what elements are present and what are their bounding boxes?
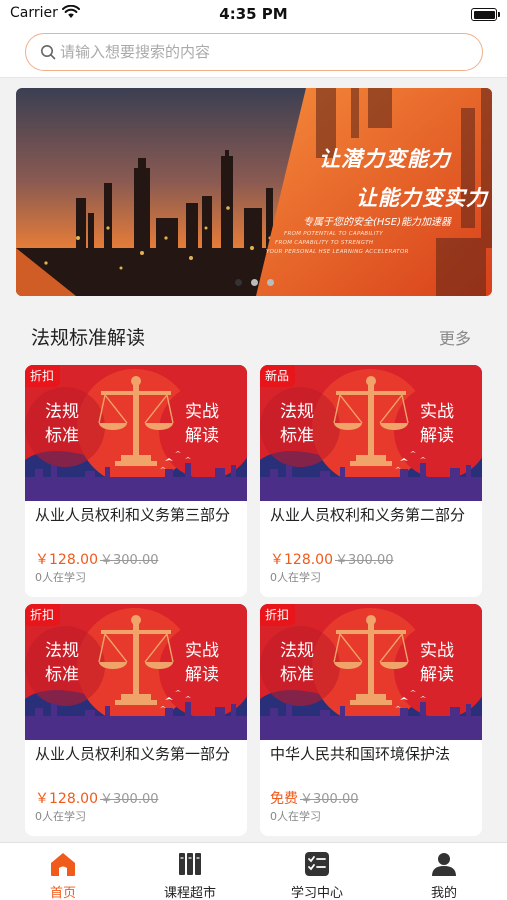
banner-subtitle: 专属于您的安全(HSE)能力加速器 (303, 217, 451, 228)
course-image: 法规 标准 实战 解读 折扣 (25, 604, 247, 740)
carousel-indicator (16, 279, 492, 286)
home-icon (51, 853, 75, 876)
discount-badge: 折扣 (260, 604, 296, 626)
user-icon (432, 853, 456, 876)
original-price: ￥300.00 (335, 553, 394, 568)
course-price: 免费 (270, 791, 298, 807)
tab-home[interactable]: 首页 (0, 843, 126, 900)
learner-count: 0人在学习 (35, 571, 86, 584)
carousel-dot[interactable] (250, 279, 258, 286)
search-box[interactable] (25, 33, 483, 71)
banner-english-line: FROM POTENTIAL TO CAPABILITY (284, 231, 384, 237)
tab-label: 课程超市 (163, 886, 216, 900)
checklist-icon (305, 852, 329, 876)
discount-badge: 折扣 (25, 604, 61, 626)
course-image: 法规 标准 实战 解读 折扣 (260, 604, 482, 740)
price-line: ￥128.00 ￥300.00 (35, 549, 159, 569)
course-price: ￥128.00 (270, 552, 333, 568)
course-image-text: 法规 标准 (45, 641, 79, 685)
tab-mine[interactable]: 我的 (381, 843, 507, 900)
original-price: ￥300.00 (100, 553, 159, 568)
course-image-text: 实战 解读 (185, 402, 219, 446)
tab-label: 学习中心 (290, 886, 343, 900)
course-image-text: 实战 解读 (185, 641, 219, 685)
course-card[interactable]: 法规 标准 实战 解读 折扣 从业人员权利和义务第三部分 ￥128.00 ￥300.0… (25, 365, 247, 597)
search-input[interactable] (60, 34, 460, 69)
course-title: 从业人员权利和义务第三部分 (35, 506, 231, 524)
course-price: ￥128.00 (35, 552, 98, 568)
original-price: ￥300.00 (300, 792, 359, 807)
course-title: 从业人员权利和义务第一部分 (35, 745, 231, 763)
banner-english-line: FROM CAPABILITY TO STRENGTH (275, 240, 374, 246)
banner-english-line: YOUR PERSONAL HSE LEARNING ACCELERATOR (266, 249, 409, 255)
course-image-text: 法规 标准 (280, 641, 314, 685)
search-bar (0, 28, 507, 78)
tab-label: 首页 (49, 886, 76, 900)
course-image: 法规 标准 实战 解读 新品 (260, 365, 482, 501)
tab-learning-center[interactable]: 学习中心 (254, 843, 380, 900)
learner-count: 0人在学习 (270, 571, 321, 584)
tab-bar: 首页 课程超市 学习中心 我的 (0, 842, 507, 900)
books-icon (179, 853, 201, 875)
battery-icon (471, 8, 500, 21)
banner-title-line1: 让潜力变能力 (319, 147, 451, 171)
status-bar: Carrier 4:35 PM (0, 0, 507, 28)
course-card[interactable]: 法规 标准 实战 解读 新品 从业人员权利和义务第二部分 ￥128.00 ￥300.0… (260, 365, 482, 597)
course-title: 中华人民共和国环境保护法 (270, 745, 451, 763)
learner-count: 0人在学习 (270, 810, 321, 823)
price-line: ￥128.00 ￥300.00 (35, 788, 159, 808)
tab-course-market[interactable]: 课程超市 (127, 843, 253, 900)
course-image-text: 法规 标准 (45, 402, 79, 446)
price-line: ￥128.00 ￥300.00 (270, 549, 394, 569)
search-icon (41, 45, 56, 60)
course-card[interactable]: 法规 标准 实战 解读 折扣 从业人员权利和义务第一部分 ￥128.00 ￥300.0… (25, 604, 247, 836)
more-link[interactable]: 更多 (439, 325, 471, 349)
tab-label: 我的 (430, 886, 457, 900)
new-badge: 新品 (260, 365, 296, 387)
course-price: ￥128.00 (35, 791, 98, 807)
price-line: 免费 ￥300.00 (270, 788, 359, 808)
carousel-dot[interactable] (266, 279, 274, 286)
original-price: ￥300.00 (100, 792, 159, 807)
course-image: 法规 标准 实战 解读 折扣 (25, 365, 247, 501)
course-image-text: 实战 解读 (420, 402, 454, 446)
promo-banner[interactable]: 让潜力变能力 让能力变实力 专属于您的安全(HSE)能力加速器 FROM POT… (16, 88, 492, 296)
course-card[interactable]: 法规 标准 实战 解读 折扣 中华人民共和国环境保护法 免费 ￥300.00 0人在学… (260, 604, 482, 836)
discount-badge: 折扣 (25, 365, 61, 387)
banner-title-line2: 让能力变实力 (356, 186, 488, 210)
course-image-text: 实战 解读 (420, 641, 454, 685)
course-image-text: 法规 标准 (280, 402, 314, 446)
carousel-dot[interactable] (234, 279, 242, 286)
course-title: 从业人员权利和义务第二部分 (270, 506, 466, 524)
learner-count: 0人在学习 (35, 810, 86, 823)
clock: 4:35 PM (219, 5, 288, 23)
section-title: 法规标准解读 (31, 327, 146, 349)
